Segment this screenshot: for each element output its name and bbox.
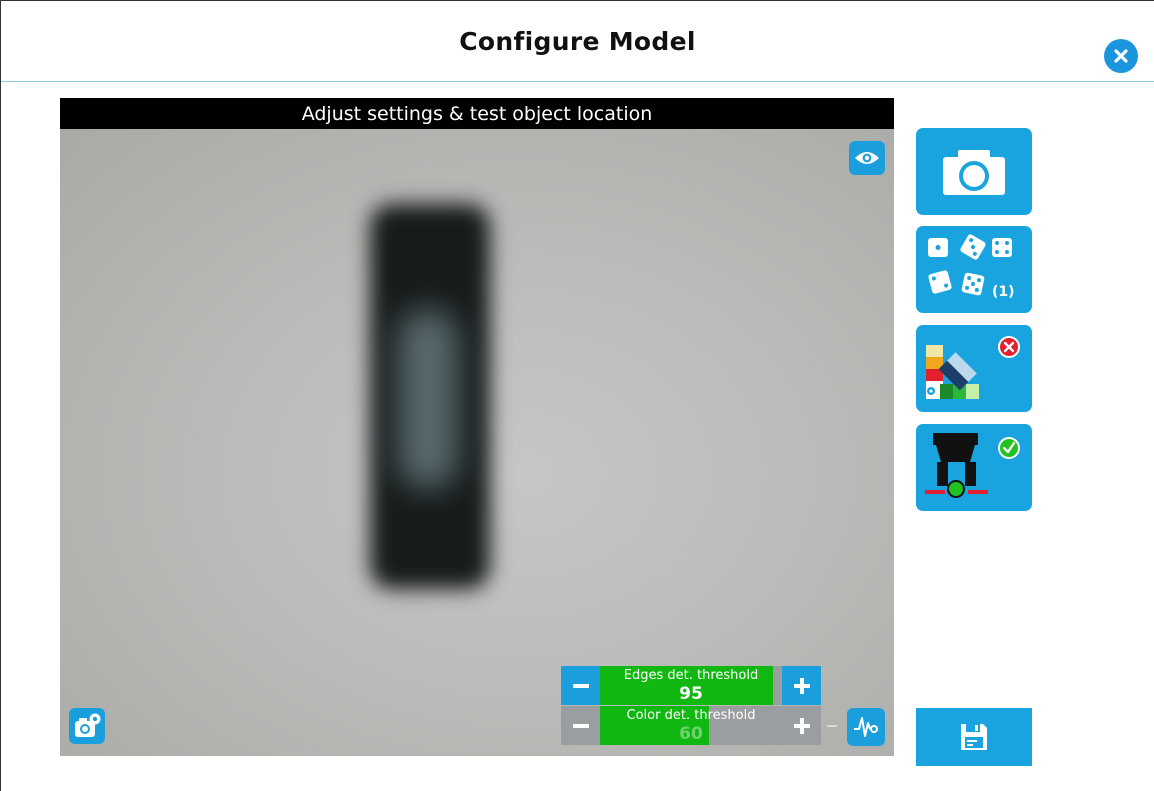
- plus-icon: [793, 677, 810, 694]
- threshold-connector: [827, 725, 837, 727]
- gripper-position-button[interactable]: [916, 424, 1032, 511]
- filter-icon: [854, 717, 878, 737]
- edges-threshold-increase-button[interactable]: [782, 666, 821, 705]
- eye-icon: [855, 152, 879, 164]
- close-button[interactable]: [1104, 39, 1138, 73]
- color-threshold-control: Color det. threshold 60: [561, 706, 821, 745]
- color-threshold-decrease-button[interactable]: [561, 706, 600, 745]
- multiple-models-button[interactable]: (1): [916, 226, 1032, 313]
- filter-button[interactable]: [847, 708, 885, 746]
- save-button[interactable]: [916, 708, 1032, 766]
- view-toggle-button[interactable]: [849, 141, 885, 175]
- camera-view: Adjust settings & test object location E…: [60, 98, 894, 756]
- color-threshold-value: 60: [679, 724, 703, 744]
- camera-icon: [943, 150, 1005, 195]
- color-palette-icon: [926, 336, 1020, 399]
- color-threshold-bar: Color det. threshold 60: [600, 706, 782, 745]
- header-divider: [1, 81, 1154, 82]
- floppy-disk-icon: [961, 724, 987, 750]
- color-threshold-increase-button[interactable]: [782, 706, 821, 745]
- camera-settings-button[interactable]: [69, 708, 105, 744]
- edges-threshold-bar: Edges det. threshold 95: [600, 666, 782, 705]
- edges-threshold-value: 95: [679, 684, 703, 704]
- snapshot-button[interactable]: [916, 128, 1032, 215]
- color-calibration-button[interactable]: [916, 325, 1032, 412]
- window-border-left: [0, 0, 1, 791]
- header-bar: Configure Model: [1, 1, 1154, 81]
- camera-settings-icon: [75, 713, 101, 737]
- model-count-badge: (1): [992, 284, 1015, 300]
- dice-icon: [928, 234, 1012, 296]
- object-reflection: [398, 309, 458, 489]
- edges-threshold-decrease-button[interactable]: [561, 666, 600, 705]
- plus-icon: [793, 717, 810, 734]
- minus-icon: [572, 723, 589, 728]
- page-title: Configure Model: [459, 26, 696, 56]
- minus-icon: [572, 683, 589, 688]
- camera-image: [60, 129, 894, 756]
- gripper-icon: [925, 433, 1020, 498]
- edges-threshold-control: Edges det. threshold 95: [561, 666, 821, 705]
- view-caption: Adjust settings & test object location: [60, 98, 894, 129]
- color-threshold-label: Color det. threshold: [626, 708, 756, 723]
- close-icon: [1114, 49, 1128, 63]
- edges-threshold-label: Edges det. threshold: [623, 668, 759, 683]
